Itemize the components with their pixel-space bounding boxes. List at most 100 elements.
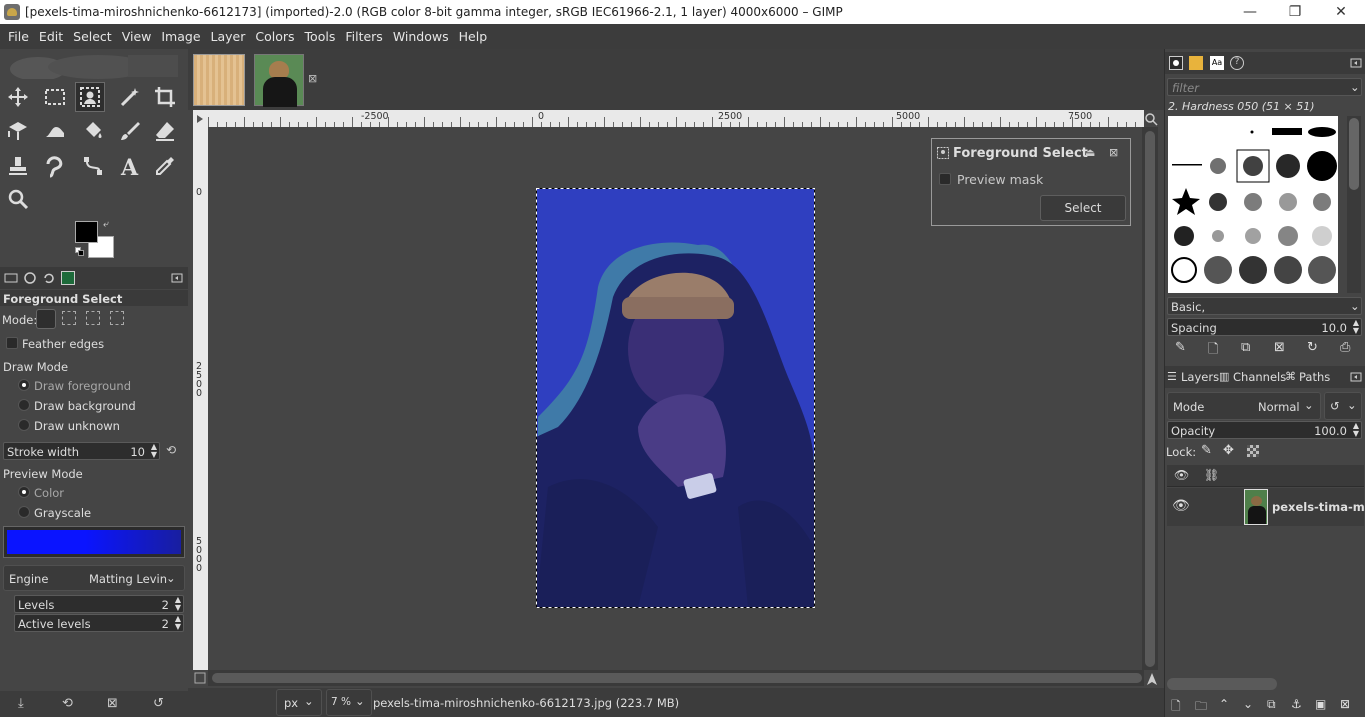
menu-filters[interactable]: Filters (340, 29, 387, 44)
smudge-tool-icon[interactable] (40, 151, 70, 181)
help-tab-icon[interactable]: ? (1230, 56, 1244, 70)
preview-mask-checkbox[interactable] (939, 173, 951, 185)
active-levels-arrows-icon[interactable]: ▲ ▼ (175, 615, 181, 631)
draw-foreground-radio[interactable] (18, 379, 30, 391)
layer-mask-icon[interactable]: ▣ (1315, 697, 1326, 711)
paintbrush-tool-icon[interactable] (115, 116, 145, 146)
images-tab-icon[interactable] (61, 271, 75, 285)
preview-grayscale-radio[interactable] (18, 506, 30, 518)
image-tab-portrait[interactable] (254, 54, 304, 107)
rect-select-tool-icon[interactable] (40, 82, 70, 112)
quick-mask-icon[interactable] (193, 671, 207, 685)
paths-tool-icon[interactable] (78, 151, 108, 181)
menu-file[interactable]: File (3, 29, 34, 44)
brushes-tab-icon[interactable] (1169, 56, 1183, 70)
menu-edit[interactable]: Edit (34, 29, 68, 44)
opacity-arrows-icon[interactable]: ▲ ▼ (1353, 422, 1359, 438)
foreground-select-tool-icon[interactable] (75, 82, 105, 112)
menu-windows[interactable]: Windows (388, 29, 454, 44)
bucket-fill-tool-icon[interactable] (78, 116, 108, 146)
device-status-tab-icon[interactable] (23, 271, 37, 285)
delete-layer-icon[interactable]: ⊠ (1340, 697, 1350, 711)
mode-intersect-icon[interactable] (110, 311, 124, 325)
mode-replace-icon[interactable] (36, 309, 56, 329)
layer-row[interactable]: 👁 pexels-tima-mir (1167, 488, 1365, 526)
preview-color-button[interactable] (3, 526, 185, 558)
brush-grid[interactable] (1168, 116, 1338, 293)
foreground-color-swatch[interactable] (75, 221, 98, 243)
reset-stroke-width-icon[interactable]: ⟲ (166, 443, 180, 457)
image-tab-wood[interactable] (193, 54, 245, 106)
paths-tab[interactable]: ⌘ Paths (1285, 368, 1335, 386)
duplicate-brush-icon[interactable]: ⧉ (1241, 340, 1250, 355)
layers-h-scrollbar[interactable] (1167, 678, 1277, 690)
menu-image[interactable]: Image (156, 29, 205, 44)
undo-history-tab-icon[interactable] (42, 271, 56, 285)
move-tool-icon[interactable] (3, 82, 33, 112)
mode-subtract-icon[interactable] (86, 311, 100, 325)
text-tool-icon[interactable]: A (115, 151, 145, 181)
eraser-tool-icon[interactable] (150, 116, 180, 146)
lock-position-icon[interactable]: ✥ (1223, 443, 1234, 458)
mode-add-icon[interactable] (62, 311, 76, 325)
lock-pixels-icon[interactable]: ✎ (1201, 443, 1212, 458)
zoom-dropdown[interactable]: 7 % ⌄ (326, 689, 372, 716)
vertical-scrollbar[interactable] (1142, 127, 1158, 670)
spacing-arrows-icon[interactable]: ▲ ▼ (1353, 319, 1359, 335)
draw-background-radio[interactable] (18, 399, 30, 411)
zoom-tool-icon[interactable] (3, 184, 33, 214)
active-levels-spinner[interactable]: Active levels 2 ▲ ▼ (14, 614, 184, 632)
navigate-icon[interactable] (1144, 671, 1160, 687)
brush-spacing-spinner[interactable]: Spacing 10.0 ▲ ▼ (1167, 318, 1362, 336)
restore-tool-preset-icon[interactable]: ⟲ (62, 696, 78, 712)
unified-transform-tool-icon[interactable] (3, 116, 33, 146)
default-colors-icon[interactable] (75, 247, 85, 257)
horizontal-scrollbar[interactable] (208, 670, 1144, 686)
fonts-tab-icon[interactable]: Aa (1210, 56, 1224, 70)
new-brush-icon[interactable]: 🗋 (1208, 340, 1218, 362)
lower-layer-icon[interactable]: ⌄ (1243, 697, 1253, 711)
stroke-width-spinner[interactable]: Stroke width 10 ▲ ▼ (3, 442, 160, 460)
channels-tab[interactable]: ▥ Channels (1219, 368, 1287, 386)
brush-filter-input[interactable]: filter ⌄ (1167, 78, 1362, 96)
menu-select[interactable]: Select (68, 29, 117, 44)
brush-preset-dropdown[interactable]: Basic, ⌄ (1167, 297, 1362, 315)
eject-icon[interactable]: ⏏ (1085, 146, 1097, 160)
vertical-ruler[interactable]: 0 2500 5000 (193, 127, 208, 670)
menu-view[interactable]: View (117, 29, 157, 44)
configure-tab-icon[interactable] (170, 271, 184, 285)
delete-brush-icon[interactable]: ⊠ (1274, 340, 1285, 355)
layer-mode-dropdown[interactable]: Mode Normal ⌄ (1167, 392, 1321, 420)
patterns-tab-icon[interactable] (1189, 56, 1203, 70)
save-tool-preset-icon[interactable]: ⤓ (18, 696, 34, 712)
delete-tool-preset-icon[interactable]: ⊠ (107, 696, 123, 712)
stroke-width-arrows-icon[interactable]: ▲ ▼ (151, 443, 157, 459)
brush-grid-scrollbar[interactable] (1347, 116, 1361, 293)
horizontal-ruler[interactable]: -2500 0 2500 5000 7500 (208, 110, 1144, 127)
swap-colors-icon[interactable]: ⤶ (103, 220, 114, 231)
close-dialog-icon[interactable]: ⊠ (1109, 146, 1121, 160)
reset-tool-options-icon[interactable]: ↺ (153, 696, 169, 712)
select-button[interactable]: Select (1040, 195, 1126, 221)
tool-options-tab-icon[interactable] (4, 271, 18, 285)
crop-tool-icon[interactable] (150, 82, 180, 112)
layers-tab[interactable]: ☰ Layers (1167, 368, 1219, 386)
open-brush-as-image-icon[interactable]: ⎙ (1340, 340, 1350, 355)
refresh-brushes-icon[interactable]: ↻ (1307, 340, 1318, 355)
preview-color-radio[interactable] (18, 486, 30, 498)
unit-dropdown[interactable]: px ⌄ (276, 689, 322, 716)
levels-arrows-icon[interactable]: ▲ ▼ (175, 596, 181, 612)
engine-dropdown[interactable]: Engine Matting Levin ⌄ (3, 565, 185, 591)
zoom-on-resize-icon[interactable] (1144, 110, 1158, 127)
ruler-corner[interactable] (193, 110, 208, 127)
levels-spinner[interactable]: Levels 2 ▲ ▼ (14, 595, 184, 613)
anchor-layer-icon[interactable]: ⚓ (1291, 697, 1302, 711)
fuzzy-select-tool-icon[interactable] (115, 82, 145, 112)
minimize-button[interactable]: — (1227, 0, 1273, 24)
feather-edges-checkbox[interactable] (6, 337, 18, 349)
menu-tools[interactable]: Tools (300, 29, 341, 44)
edit-brush-icon[interactable]: ✎ (1175, 340, 1186, 355)
new-layer-group-icon[interactable]: 🗀 (1195, 697, 1207, 717)
layer-visibility-eye-icon[interactable]: 👁 (1172, 498, 1190, 514)
close-window-button[interactable]: ✕ (1318, 0, 1364, 24)
